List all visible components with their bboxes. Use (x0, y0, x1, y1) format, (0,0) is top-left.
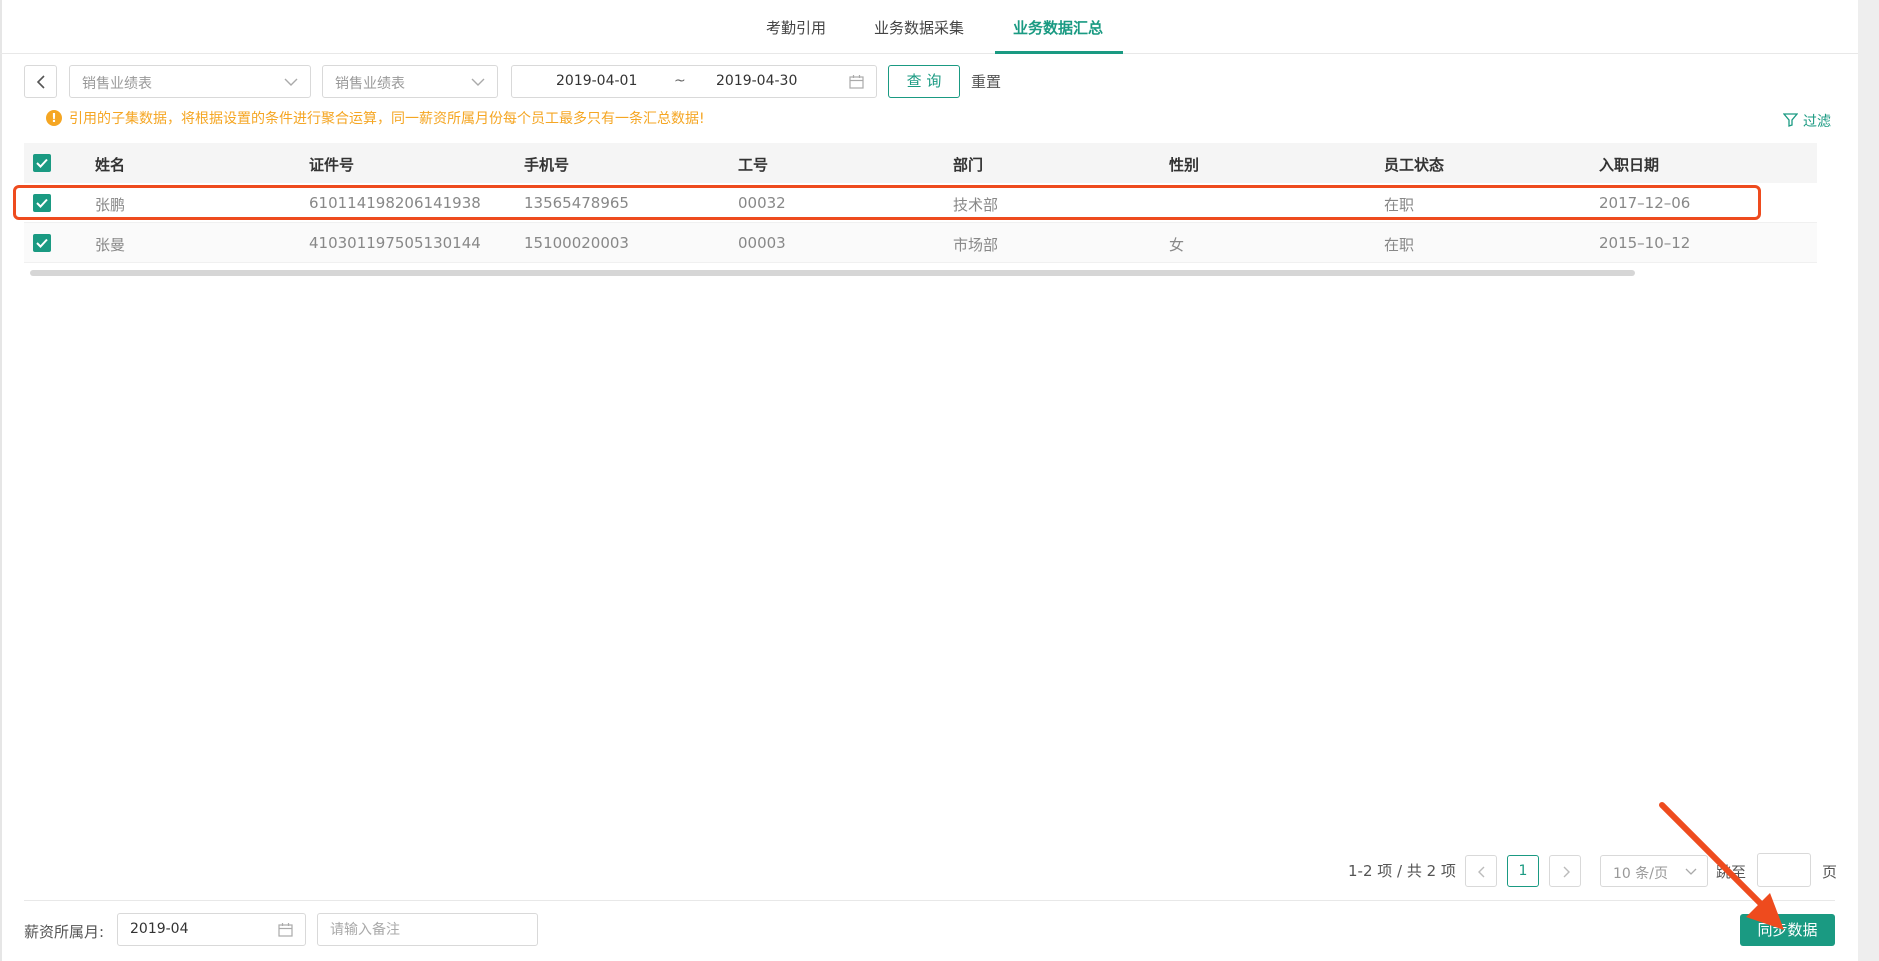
chevron-left-icon (1478, 866, 1485, 878)
tab-business-data-summary[interactable]: 业务数据汇总 (1013, 17, 1103, 38)
subset-select-2[interactable]: 销售业绩表 (322, 65, 498, 98)
chevron-down-icon (284, 78, 298, 86)
query-button[interactable]: 查 询 (888, 65, 960, 98)
date-start[interactable]: 2019-04-01 (556, 73, 637, 89)
check-icon (36, 238, 48, 248)
chevron-down-icon (471, 78, 485, 86)
active-tab-indicator (995, 51, 1123, 54)
warning-message: 引用的子集数据，将根据设置的条件进行聚合运算，同一薪资所属月份每个员工最多只有一… (69, 111, 705, 127)
cell-join-date: 2015–10–12 (1599, 234, 1691, 252)
calendar-icon (278, 923, 293, 937)
calendar-icon (849, 75, 864, 89)
subset-select-2-placeholder: 销售业绩表 (335, 76, 405, 92)
tab-bar: 考勤引用 业务数据采集 业务数据汇总 (0, 0, 1858, 54)
tab-business-data-collection[interactable]: 业务数据采集 (874, 17, 964, 38)
table-header: 姓名 证件号 手机号 工号 部门 性别 员工状态 入职日期 (24, 143, 1817, 183)
select-all-checkbox[interactable] (33, 154, 51, 172)
horizontal-scrollbar[interactable] (30, 270, 1635, 276)
salary-month-picker[interactable]: 2019-04 (117, 913, 306, 946)
date-separator: ~ (674, 73, 686, 89)
filter-label: 过滤 (1803, 114, 1831, 130)
reset-button[interactable]: 重置 (971, 71, 1001, 92)
date-range-picker[interactable]: 2019-04-01 ~ 2019-04-30 (511, 65, 877, 98)
column-header-name[interactable]: 姓名 (95, 154, 125, 175)
footer-divider (24, 900, 1835, 901)
tab-attendance-reference[interactable]: 考勤引用 (766, 17, 826, 38)
salary-month-value: 2019-04 (130, 921, 189, 937)
scrollbar-gutter[interactable] (1858, 0, 1879, 961)
page-size-select[interactable]: 10 条/页 (1600, 855, 1708, 887)
jump-page-input[interactable] (1757, 853, 1811, 887)
chevron-right-icon (1563, 866, 1570, 878)
chevron-left-icon (36, 75, 45, 89)
note-input[interactable] (317, 913, 538, 946)
date-end[interactable]: 2019-04-30 (716, 73, 797, 89)
column-header-gender[interactable]: 性别 (1169, 154, 1199, 175)
check-icon (36, 158, 48, 168)
column-header-status[interactable]: 员工状态 (1384, 154, 1444, 175)
column-header-join-date[interactable]: 入职日期 (1599, 154, 1659, 175)
row-checkbox[interactable] (33, 234, 51, 252)
left-edge (0, 0, 2, 961)
back-button[interactable] (24, 65, 57, 98)
chevron-down-icon (1685, 868, 1697, 875)
cell-name: 张曼 (95, 236, 126, 254)
cell-phone: 15100020003 (524, 234, 629, 252)
column-header-phone[interactable]: 手机号 (524, 154, 569, 175)
prev-page-button[interactable] (1465, 855, 1497, 887)
page-suffix-label: 页 (1822, 863, 1838, 881)
jump-to-label: 跳至 (1716, 863, 1747, 881)
row-highlight-annotation (13, 185, 1761, 220)
cell-employee-number: 00003 (738, 234, 786, 252)
warning-icon: ! (46, 110, 62, 126)
next-page-button[interactable] (1549, 855, 1581, 887)
column-header-id-number[interactable]: 证件号 (309, 154, 354, 175)
table-row[interactable]: 张曼 410301197505130144 15100020003 00003 … (24, 223, 1817, 263)
page-size-value: 10 条/页 (1613, 866, 1668, 882)
cell-id-number: 410301197505130144 (309, 234, 481, 252)
cell-gender: 女 (1169, 236, 1185, 254)
subset-select-1[interactable]: 销售业绩表 (69, 65, 311, 98)
column-header-employee-number[interactable]: 工号 (738, 154, 768, 175)
subset-select-1-placeholder: 销售业绩表 (82, 76, 152, 92)
page-number-1[interactable]: 1 (1507, 855, 1539, 887)
filter-icon (1783, 113, 1798, 127)
salary-month-label: 薪资所属月: (24, 923, 105, 941)
column-header-department[interactable]: 部门 (953, 154, 983, 175)
sync-data-button[interactable]: 同步数据 (1740, 914, 1835, 946)
pagination-info: 1-2 项 / 共 2 项 (1348, 862, 1456, 880)
cell-department: 市场部 (953, 236, 999, 254)
cell-status: 在职 (1384, 236, 1415, 254)
